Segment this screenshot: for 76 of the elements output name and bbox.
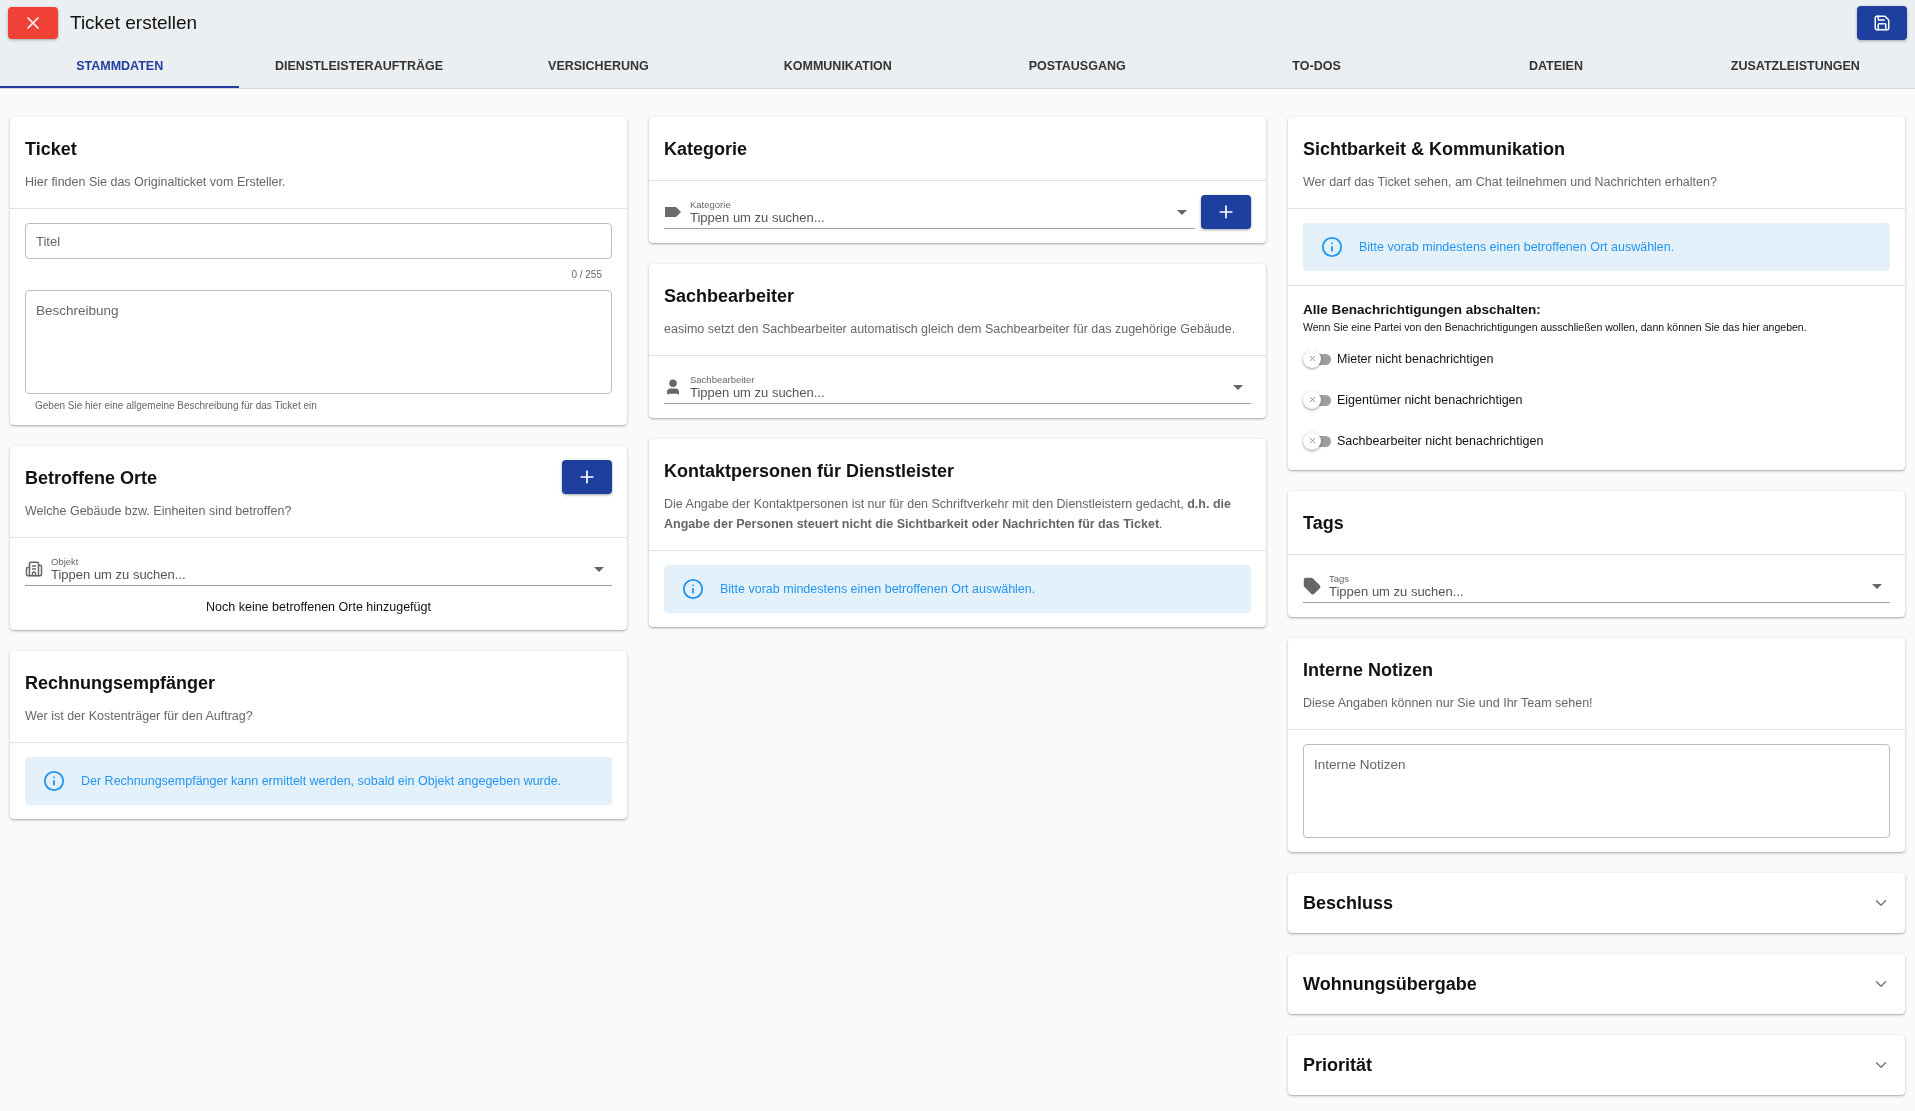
card-subtitle: Diese Angaben können nur Sie und Ihr Team sehen! <box>1303 695 1594 712</box>
search-select[interactable]: Kategorie Tippen um zu suchen... <box>664 195 1195 229</box>
card-subtitle: easimo setzt den Sachbearbeiter automatisch gleich dem Sachbearbeiter für das zugehörige Gebäude. <box>664 321 1237 338</box>
card-title: Ticket <box>25 138 78 161</box>
toggle-label: Eigentümer nicht benachrichtigen <box>1337 392 1523 407</box>
page-title: Ticket erstellen <box>70 12 198 34</box>
select-label: Tags <box>1329 573 1351 584</box>
tab[interactable]: ZUSATZLEISTUNGEN <box>1675 46 1915 88</box>
section-heading: Alle Benachrichtigungen abschalten: <box>1303 302 1542 317</box>
tab[interactable]: DIENSTLEISTERAUFTRÄGE <box>239 46 479 88</box>
toggle-switch[interactable] <box>1303 431 1331 450</box>
dropdown-arrow-icon <box>1177 209 1187 215</box>
dropdown-arrow-icon <box>1233 384 1243 390</box>
info-icon <box>1321 236 1343 258</box>
accordion-header[interactable]: Priorität <box>1288 1035 1905 1095</box>
search-select[interactable]: Tags Tippen um zu suchen... <box>1303 569 1890 603</box>
card-title: Kategorie <box>664 138 749 161</box>
cross-icon <box>1307 354 1317 363</box>
tab[interactable]: KOMMUNIKATION <box>718 46 958 88</box>
save-button[interactable] <box>1857 6 1907 40</box>
card-title: Sachbearbeiter <box>664 285 796 308</box>
card-subtitle: Wer ist der Kostenträger für den Auftrag? <box>25 708 254 725</box>
card-subtitle: Welche Gebäude bzw. Einheiten sind betroffen? <box>25 503 293 520</box>
search-select[interactable]: Objekt Tippen um zu suchen... <box>25 552 612 586</box>
toggle-switch[interactable] <box>1303 349 1331 368</box>
title-field[interactable]: Titel <box>25 223 612 259</box>
dropdown-arrow-icon <box>1872 583 1882 589</box>
info-text: Bitte vorab mindestens einen betroffenen Ort auswählen. <box>1359 240 1675 254</box>
tab[interactable]: TO-DOS <box>1196 46 1437 88</box>
card-title: Betroffene Orte <box>25 467 159 490</box>
card-title: Rechnungsempfänger <box>25 672 217 695</box>
card-title: Sichtbarkeit & Kommunikation <box>1303 138 1567 161</box>
card-subtitle: Die Angabe der Kontaktpersonen ist nur für den Schriftverkehr mit den Dienstleistern gedacht, d.h. die Angabe der Personen steuert nicht die Sichtbarkeit oder Nachrichten für das Ticket. <box>664 496 1232 533</box>
toggle-switch[interactable] <box>1303 390 1331 409</box>
toggle-label: Sachbearbeiter nicht benachrichtigen <box>1337 433 1544 448</box>
toggle-label: Mieter nicht benachrichtigen <box>1337 351 1494 366</box>
empty-message: Noch keine betroffenen Orte hinzugefügt <box>206 599 431 616</box>
label-icon <box>664 206 682 218</box>
dropdown-arrow-icon <box>594 566 604 572</box>
tab[interactable]: STAMMDATEN <box>0 46 240 88</box>
select-placeholder: Tippen um zu suchen... <box>690 385 826 400</box>
select-placeholder: Tippen um zu suchen... <box>1329 584 1465 599</box>
info-text: Der Rechnungsempfänger kann ermittelt werden, sobald ein Objekt angegeben wurde. <box>81 774 562 788</box>
info-text: Bitte vorab mindestens einen betroffenen Ort auswählen. <box>720 582 1036 596</box>
cross-icon <box>1307 395 1317 404</box>
card-title: Tags <box>1303 512 1345 535</box>
tag-icon <box>1303 577 1321 595</box>
tab[interactable]: POSTAUSGANG <box>957 46 1197 88</box>
close-button[interactable] <box>8 7 58 39</box>
save-icon <box>1873 14 1891 32</box>
character-counter: 0 / 255 <box>571 269 602 280</box>
accordion-header[interactable]: Wohnungsübergabe <box>1288 954 1905 1014</box>
helper-text: Geben Sie hier eine allgemeine Beschreibung für das Ticket ein <box>35 400 318 411</box>
info-icon <box>682 578 704 600</box>
select-label: Kategorie <box>690 199 732 210</box>
tab[interactable]: VERSICHERUNG <box>478 46 719 88</box>
info-icon <box>43 770 65 792</box>
text-area[interactable]: Beschreibung <box>25 290 612 394</box>
person-icon <box>664 378 682 396</box>
accordion-header[interactable]: Beschluss <box>1288 873 1905 933</box>
select-placeholder: Tippen um zu suchen... <box>51 567 187 582</box>
card-subtitle: Wer darf das Ticket sehen, am Chat teilnehmen und Nachrichten erhalten? <box>1303 174 1718 191</box>
select-placeholder: Tippen um zu suchen... <box>690 210 826 225</box>
add-button[interactable] <box>562 460 612 494</box>
section-description: Wenn Sie eine Partei von den Benachrichtigungen ausschließen wollen, dann können Sie das hier angeben. <box>1303 321 1808 333</box>
add-button[interactable] <box>1201 195 1251 229</box>
card-title: Kontaktpersonen für Dienstleister <box>664 460 956 483</box>
select-label: Sachbearbeiter <box>690 374 756 385</box>
tab[interactable]: DATEIEN <box>1436 46 1676 88</box>
building-icon <box>25 560 43 578</box>
search-select[interactable]: Sachbearbeiter Tippen um zu suchen... <box>664 370 1251 404</box>
card-title: Interne Notizen <box>1303 659 1434 682</box>
cross-icon <box>1307 436 1317 445</box>
text-area[interactable]: Interne Notizen <box>1303 744 1890 838</box>
select-label: Objekt <box>51 556 80 567</box>
card-subtitle: Hier finden Sie das Originalticket vom Ersteller. <box>25 174 287 191</box>
